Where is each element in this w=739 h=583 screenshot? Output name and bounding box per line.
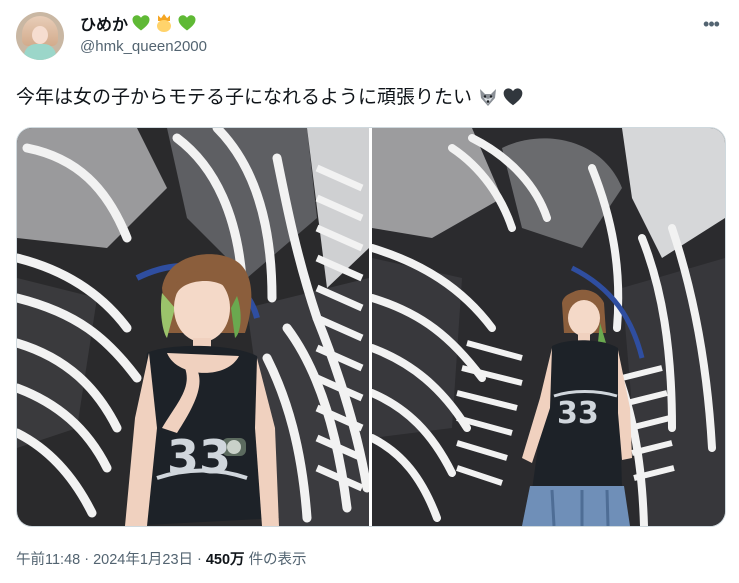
tweet-card: ひめか @hmk_queen2000 ••• 今年は女の子からモテる子になれるよ… xyxy=(0,0,739,583)
svg-text:33: 33 xyxy=(167,430,231,484)
tweet-date[interactable]: 2024年1月23日 xyxy=(93,548,193,569)
tweet-time[interactable]: 午前11:48 xyxy=(16,548,80,569)
princess-icon xyxy=(154,13,174,33)
wolf-icon xyxy=(477,86,497,106)
meta-separator: · xyxy=(197,550,202,567)
meta-separator: · xyxy=(84,550,90,567)
tweet-text: 今年は女の子からモテる子になれるように頑張りたい xyxy=(16,82,523,109)
author-handle[interactable]: @hmk_queen2000 xyxy=(80,38,207,55)
tweet-text-body: 今年は女の子からモテる子になれるように頑張りたい xyxy=(16,87,473,108)
media-grid: 33 33 xyxy=(16,127,726,527)
green-heart-icon xyxy=(131,13,151,33)
more-dots-icon: ••• xyxy=(703,13,720,34)
photo-2[interactable]: 33 xyxy=(372,128,725,526)
black-heart-icon xyxy=(502,86,523,106)
princess-face xyxy=(157,20,172,32)
views-label: 件の表示 xyxy=(248,552,307,568)
author-name-row[interactable]: ひめか xyxy=(80,12,197,34)
photo-1[interactable]: 33 xyxy=(17,128,369,526)
svg-text:33: 33 xyxy=(557,396,599,431)
green-heart-icon xyxy=(177,13,197,33)
views-count: 450万 xyxy=(205,552,245,568)
more-options-button[interactable]: ••• xyxy=(700,13,722,35)
display-name[interactable]: ひめか xyxy=(80,11,128,35)
avatar-face xyxy=(32,26,48,44)
avatar[interactable] xyxy=(16,12,64,60)
tweet-metadata: 午前11:48 · 2024年1月23日 · 450万 件の表示 xyxy=(16,548,307,569)
avatar-body xyxy=(24,44,56,60)
